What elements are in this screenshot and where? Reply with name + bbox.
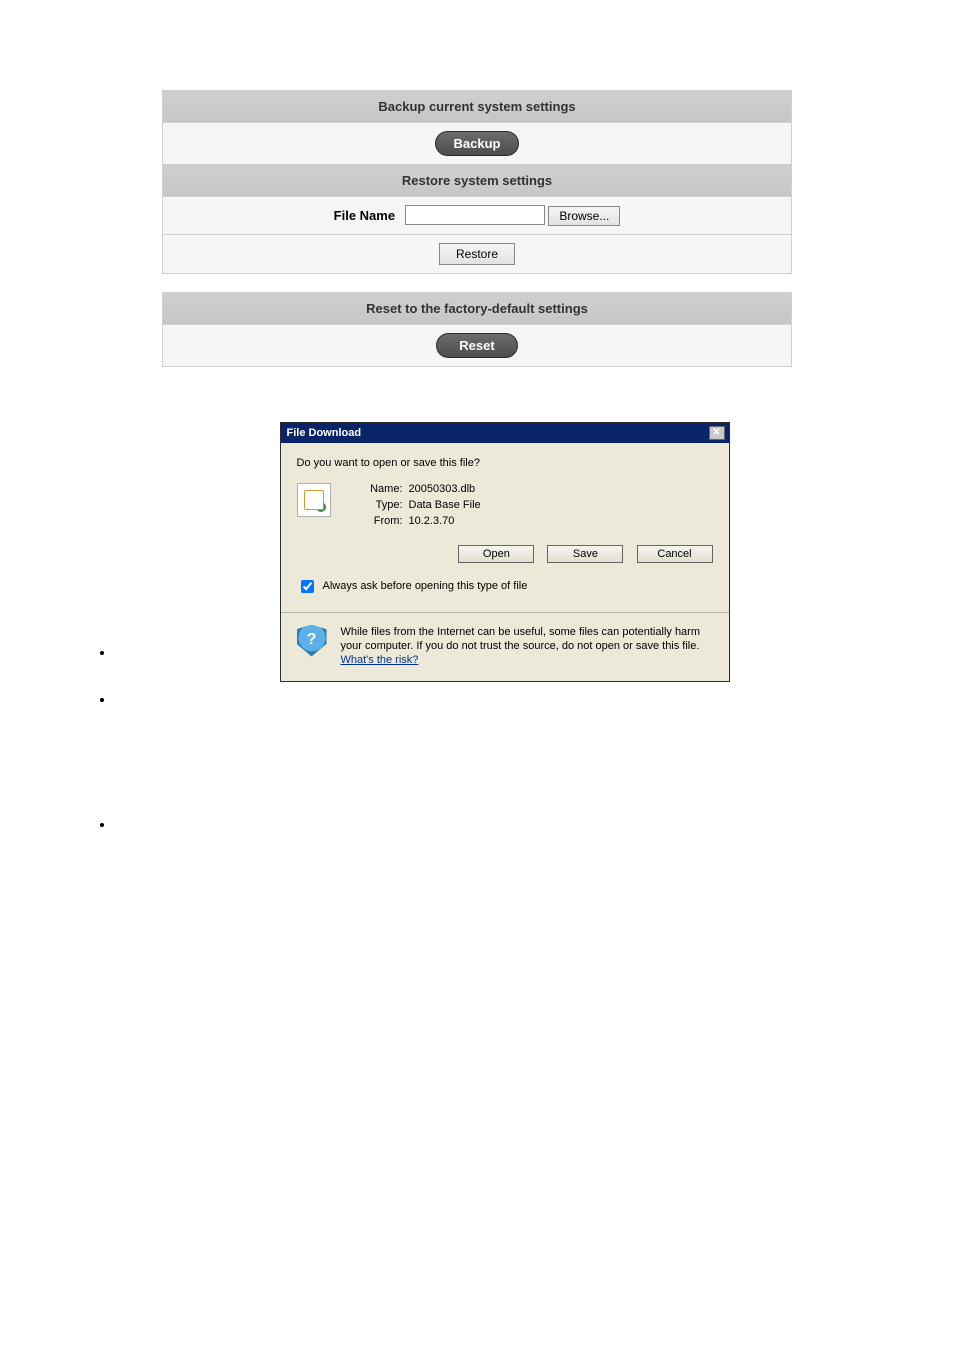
from-label: From: (361, 515, 409, 527)
dialog-titlebar: File Download ✕ (281, 423, 729, 443)
type-label: Type: (361, 499, 409, 511)
reset-header: Reset to the factory-default settings (163, 292, 792, 324)
always-ask-checkbox[interactable] (301, 580, 314, 593)
bullet-item (115, 692, 894, 707)
from-value: 10.2.3.70 (409, 515, 481, 527)
reset-table: Reset to the factory-default settings Re… (162, 292, 792, 367)
file-name-label: File Name (334, 208, 395, 223)
name-value: 20050303.dlb (409, 483, 481, 495)
bullet-item (115, 817, 894, 832)
restore-button[interactable]: Restore (439, 243, 515, 265)
bullet-item: File Download ✕ Do you want to open or s… (115, 422, 894, 683)
file-type-icon (297, 483, 331, 517)
dialog-prompt: Do you want to open or save this file? (297, 457, 713, 469)
backup-restore-table: Backup current system settings Backup Re… (162, 90, 792, 274)
risk-link[interactable]: What's the risk? (341, 654, 419, 666)
name-label: Name: (361, 483, 409, 495)
open-button[interactable]: Open (458, 545, 534, 563)
reset-button[interactable]: Reset (436, 333, 518, 358)
shield-icon (297, 625, 327, 657)
always-ask-label: Always ask before opening this type of f… (323, 580, 528, 592)
backup-button[interactable]: Backup (435, 131, 520, 156)
save-button[interactable]: Save (547, 545, 623, 563)
browse-button[interactable]: Browse... (548, 206, 620, 226)
cancel-button[interactable]: Cancel (637, 545, 713, 563)
dialog-title: File Download (287, 427, 362, 439)
restore-header: Restore system settings (163, 165, 792, 197)
warning-text: While files from the Internet can be use… (341, 625, 713, 668)
backup-header: Backup current system settings (163, 91, 792, 123)
close-icon[interactable]: ✕ (709, 426, 725, 440)
file-name-input[interactable] (405, 205, 545, 225)
file-download-dialog: File Download ✕ Do you want to open or s… (280, 422, 730, 683)
bullet-list: File Download ✕ Do you want to open or s… (75, 422, 894, 833)
type-value: Data Base File (409, 499, 481, 511)
